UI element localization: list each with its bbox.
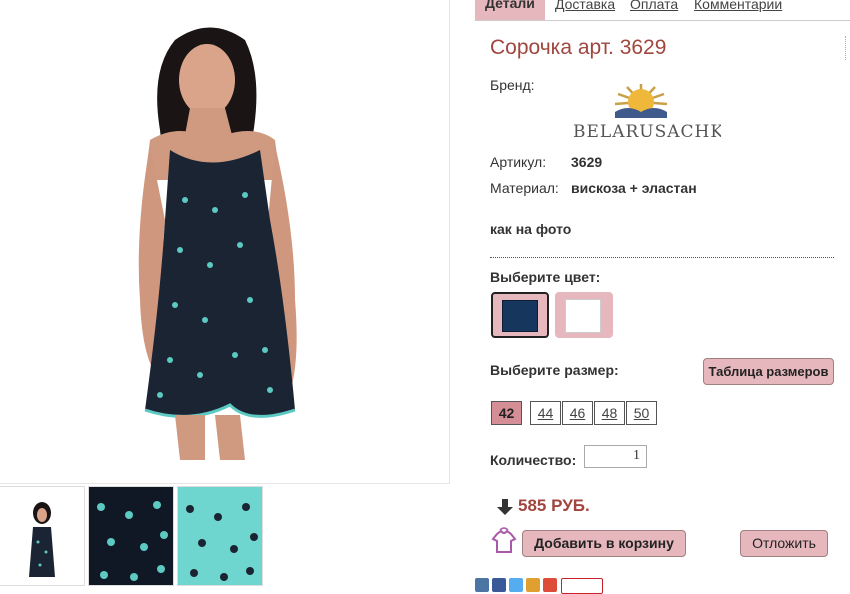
color-swatch-navy-fill — [502, 300, 538, 332]
tab-details[interactable]: Детали — [475, 0, 545, 20]
color-swatch-navy[interactable] — [491, 292, 549, 338]
divider — [845, 36, 848, 60]
color-label: Выберите цвет: — [490, 269, 601, 285]
size-label: Выберите размер: — [490, 362, 619, 378]
tab-delivery[interactable]: Доставка — [555, 0, 615, 12]
thumbnail-fabric-dark-image — [89, 487, 173, 585]
arrow-down-icon — [497, 499, 513, 515]
pinterest-icon[interactable] — [561, 578, 603, 594]
material-label: Материал: — [490, 180, 559, 196]
thumbnail-model-image — [0, 487, 84, 585]
article-value: 3629 — [571, 154, 603, 170]
googleplus-icon[interactable] — [543, 578, 557, 592]
tab-payment[interactable]: Оплата — [630, 0, 678, 12]
tab-comments[interactable]: Комментарии — [694, 0, 782, 12]
brand-logo-text: BELARUSACHKA — [573, 122, 721, 142]
color-swatch-white-fill — [565, 299, 601, 333]
size-option-42[interactable]: 42 — [491, 401, 522, 425]
thumbnail-fabric-dark[interactable] — [88, 486, 174, 586]
add-to-cart-button[interactable]: Добавить в корзину — [522, 530, 686, 557]
quantity-label: Количество: — [490, 452, 577, 468]
facebook-icon[interactable] — [492, 578, 506, 592]
brand-logo[interactable]: BELARUSACHKA — [571, 80, 736, 142]
size-table-button[interactable]: Таблица размеров — [703, 358, 834, 385]
material-value: вискоза + эластан — [571, 180, 697, 196]
size-option-48[interactable]: 48 — [594, 401, 625, 425]
product-note: как на фото — [490, 221, 572, 237]
vk-icon[interactable] — [475, 578, 489, 592]
size-option-46[interactable]: 46 — [562, 401, 593, 425]
brand-logo-sun-icon: BELARUSACHKA — [573, 84, 736, 142]
defer-button[interactable]: Отложить — [740, 530, 828, 557]
size-option-44[interactable]: 44 — [530, 401, 561, 425]
brand-label: Бренд: — [490, 77, 535, 93]
shirt-cart-icon — [491, 527, 517, 553]
price-value: 585 РУБ. — [518, 496, 590, 515]
thumbnail-strip — [0, 486, 270, 586]
thumbnail-fabric-light[interactable] — [177, 486, 263, 586]
product-details-panel: Детали Доставка Оплата Комментарии Сороч… — [475, 0, 850, 594]
product-title: Сорочка арт. 3629 — [490, 36, 667, 59]
thumbnail-fabric-light-image — [178, 487, 262, 585]
odnoklassniki-icon[interactable] — [526, 578, 540, 592]
product-photo-image — [0, 0, 449, 483]
main-product-photo[interactable] — [0, 0, 450, 484]
article-label: Артикул: — [490, 154, 547, 170]
dotted-divider — [490, 257, 834, 258]
color-swatch-white[interactable] — [555, 292, 613, 338]
tab-bar: Детали Доставка Оплата Комментарии — [475, 0, 850, 21]
size-option-50[interactable]: 50 — [626, 401, 657, 425]
quantity-input[interactable]: 1 — [584, 445, 647, 468]
thumbnail-model[interactable] — [0, 486, 85, 586]
twitter-icon[interactable] — [509, 578, 523, 592]
